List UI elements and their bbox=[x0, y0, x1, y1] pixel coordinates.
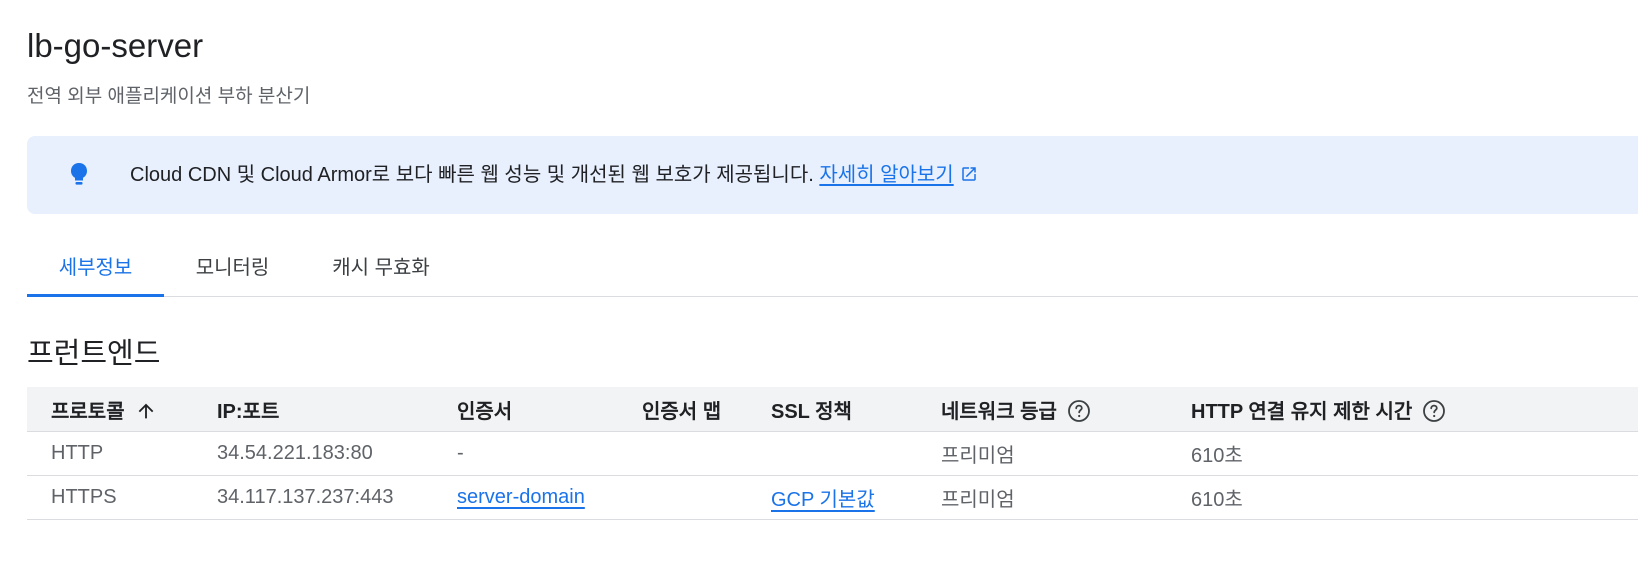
cell-ssl-policy: GCP 기본값 bbox=[771, 475, 941, 520]
open-in-new-icon[interactable] bbox=[960, 163, 978, 181]
column-header-http-keepalive[interactable]: HTTP 연결 유지 제한 시간 bbox=[1191, 387, 1638, 432]
tab-details[interactable]: 세부정보 bbox=[27, 240, 164, 297]
cell-cert-map bbox=[642, 431, 771, 476]
tab-cache-invalidation[interactable]: 캐시 무효화 bbox=[301, 240, 461, 296]
lightbulb-icon bbox=[69, 162, 89, 188]
tab-monitoring[interactable]: 모니터링 bbox=[164, 240, 301, 296]
ssl-policy-link[interactable]: GCP 기본값 bbox=[771, 489, 875, 511]
table-header-row: 프로토콜 IP:포트 인증서 인증서 맵 SSL 정책 네트워크 등급 HTTP… bbox=[27, 387, 1638, 432]
cell-ip-port: 34.117.137.237:443 bbox=[217, 475, 457, 520]
column-header-ssl-policy[interactable]: SSL 정책 bbox=[771, 387, 941, 432]
table-row: HTTPS 34.117.137.237:443 server-domain G… bbox=[27, 475, 1638, 520]
column-header-certificate[interactable]: 인증서 bbox=[457, 387, 642, 432]
page-title: lb-go-server bbox=[27, 27, 204, 64]
cell-ssl-policy bbox=[771, 431, 941, 476]
load-balancer-details-page: lb-go-server 전역 외부 애플리케이션 부하 분산기 Cloud C… bbox=[0, 0, 1638, 574]
table-row: HTTP 34.54.221.183:80 - 프리미엄 610초 bbox=[27, 431, 1638, 476]
cell-http-keepalive: 610초 bbox=[1191, 475, 1638, 520]
column-header-cert-map[interactable]: 인증서 맵 bbox=[642, 387, 771, 432]
tab-bar: 세부정보 모니터링 캐시 무효화 bbox=[27, 240, 1638, 297]
column-header-label: HTTP 연결 유지 제한 시간 bbox=[1191, 400, 1413, 423]
column-header-label: 프로토콜 bbox=[51, 400, 125, 423]
column-header-network-tier[interactable]: 네트워크 등급 bbox=[941, 387, 1191, 432]
column-header-label: 네트워크 등급 bbox=[941, 400, 1057, 423]
column-header-ip-port[interactable]: IP:포트 bbox=[217, 387, 457, 432]
cell-network-tier: 프리미엄 bbox=[941, 431, 1191, 476]
frontend-section-title: 프런트엔드 bbox=[27, 338, 161, 370]
cell-certificate: - bbox=[457, 431, 642, 476]
banner-text: Cloud CDN 및 Cloud Armor로 보다 빠른 웹 성능 및 개선… bbox=[130, 164, 820, 186]
cell-certificate: server-domain bbox=[457, 475, 642, 520]
frontend-table: 프로토콜 IP:포트 인증서 인증서 맵 SSL 정책 네트워크 등급 HTTP… bbox=[27, 387, 1638, 520]
cell-protocol: HTTPS bbox=[27, 475, 217, 520]
column-header-protocol[interactable]: 프로토콜 bbox=[27, 387, 217, 432]
cell-cert-map bbox=[642, 475, 771, 520]
arrow-up-icon[interactable] bbox=[135, 400, 157, 422]
cell-http-keepalive: 610초 bbox=[1191, 431, 1638, 476]
page-subtitle: 전역 외부 애플리케이션 부하 분산기 bbox=[27, 86, 311, 107]
info-banner: Cloud CDN 및 Cloud Armor로 보다 빠른 웹 성능 및 개선… bbox=[27, 136, 1638, 214]
cell-network-tier: 프리미엄 bbox=[941, 475, 1191, 520]
help-icon[interactable] bbox=[1422, 399, 1446, 423]
certificate-link[interactable]: server-domain bbox=[457, 486, 585, 508]
banner-message: Cloud CDN 및 Cloud Armor로 보다 빠른 웹 성능 및 개선… bbox=[130, 161, 978, 189]
learn-more-link[interactable]: 자세히 알아보기 bbox=[819, 164, 953, 186]
help-icon[interactable] bbox=[1067, 399, 1091, 423]
cell-ip-port: 34.54.221.183:80 bbox=[217, 431, 457, 476]
cell-protocol: HTTP bbox=[27, 431, 217, 476]
